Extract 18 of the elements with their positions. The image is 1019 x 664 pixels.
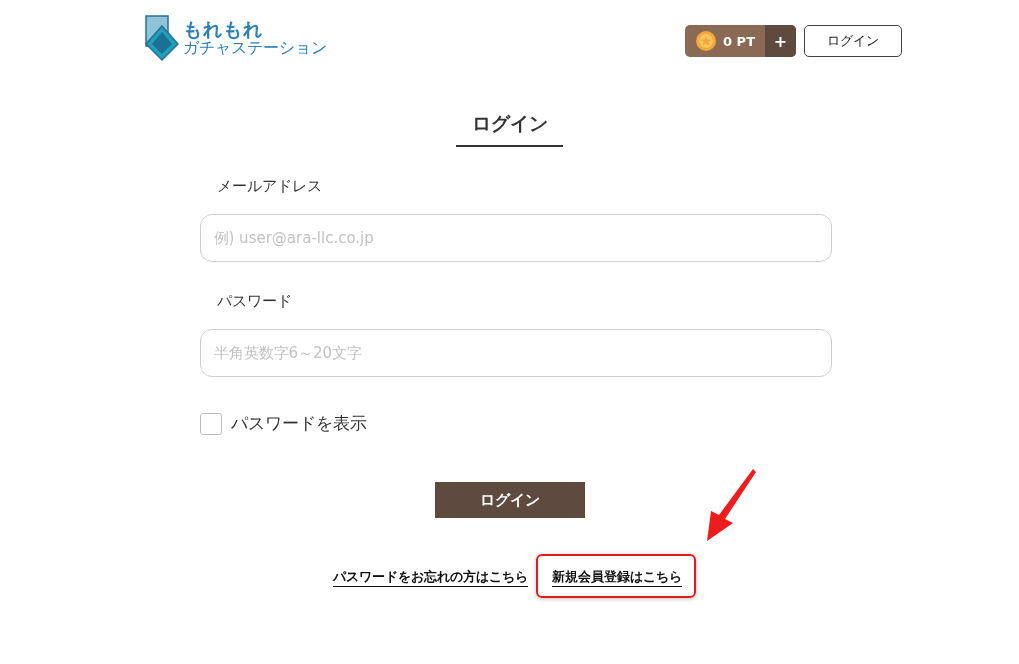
logo-icon	[145, 14, 179, 62]
logo-text: ガチャステーション	[183, 39, 327, 57]
field-label: メールアドレス	[215, 177, 323, 196]
points-badge[interactable]: 0 PT +	[685, 25, 796, 57]
field-label: パスワード	[215, 292, 293, 311]
show-password-label: パスワードを表示	[230, 412, 367, 435]
coin-icon	[695, 30, 718, 52]
text-link[interactable]: 新規会員登録はこちら	[552, 569, 682, 587]
input-field[interactable]: 例) user@ara-llc.co.jp	[199, 214, 832, 262]
add-points-button[interactable]: +	[765, 25, 796, 57]
show-password-checkbox[interactable]	[199, 412, 222, 435]
input-field[interactable]: 半角英数字6～20文字	[199, 329, 832, 377]
points-value: 0 PT	[723, 33, 755, 49]
text-link[interactable]: パスワードをお忘れの方はこちら	[333, 569, 528, 587]
logo-text: もれもれ	[183, 19, 264, 40]
page-title: ログイン	[456, 111, 563, 147]
login-button[interactable]: ログイン	[804, 25, 902, 57]
login-submit-button[interactable]: ログイン	[434, 482, 585, 518]
